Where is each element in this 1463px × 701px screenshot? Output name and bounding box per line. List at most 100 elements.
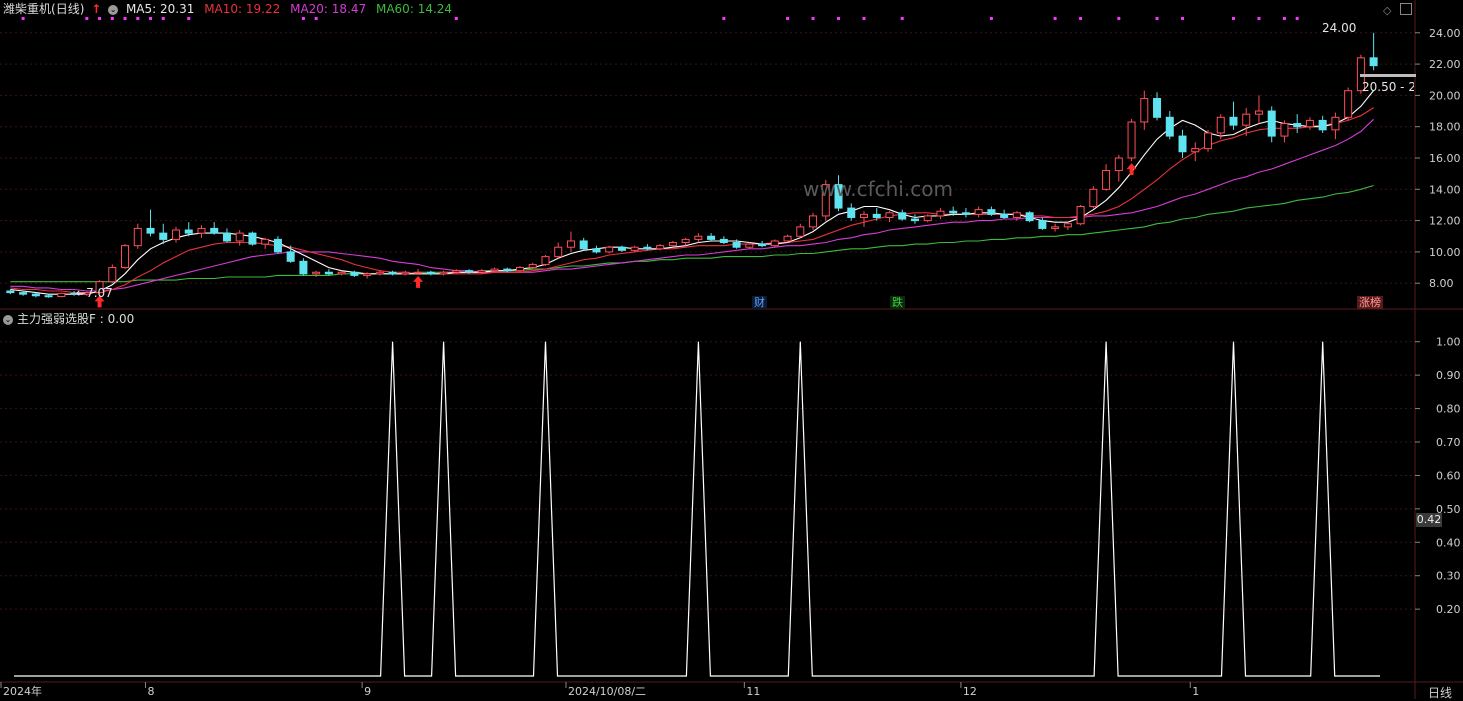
candle-body [477, 270, 486, 273]
candle-body [19, 292, 28, 295]
candle-body [566, 240, 575, 248]
candle-body [363, 273, 372, 276]
candle-body [1038, 220, 1047, 229]
chart-stage: 24.00 22.00 20.00 18.00 16.00 14.00 12.00 10.00… [0, 0, 1463, 701]
candle-body [668, 242, 677, 247]
candle-body [770, 240, 779, 247]
candle-body [1203, 132, 1213, 150]
up-arrow-icon: ↑ [91, 2, 102, 16]
candle-body [847, 207, 856, 218]
candle-body [783, 235, 792, 242]
candle-body [885, 212, 894, 218]
candle [108, 264, 117, 284]
collapse-icon[interactable]: ⌄ [108, 4, 119, 15]
signal-dot [98, 17, 102, 20]
candle-body [605, 246, 614, 253]
panel-toggle-icon[interactable] [1400, 3, 1412, 15]
ma60-label: MA60: [375, 2, 414, 16]
cursor-value-box: 0.42 [1416, 513, 1442, 527]
candle-body [1293, 123, 1302, 128]
ma60-value: 14.24 [417, 2, 453, 16]
indicator-tick-label: 0.60 [1436, 469, 1461, 482]
candle-body [222, 232, 231, 242]
candle-body [1280, 123, 1289, 137]
candle-body [1153, 98, 1162, 118]
badge-cai[interactable]: 财 [752, 296, 767, 309]
low-price-label: ←7.07 [76, 286, 113, 300]
signal-dot [85, 17, 89, 20]
candle-body [133, 227, 142, 247]
signal-dot [110, 17, 114, 20]
candle [1127, 118, 1136, 162]
candle-body [146, 227, 155, 234]
candle-body [261, 238, 270, 245]
price-tick-label: 24.00 [1429, 27, 1461, 40]
candle-body [299, 260, 308, 275]
candle [121, 244, 130, 270]
candle-body [1165, 116, 1174, 137]
x-tick-label: 11 [746, 685, 760, 698]
candle-body [503, 268, 512, 272]
candle-body [286, 251, 295, 262]
signal-dot [314, 17, 318, 20]
low-price-value: 7.07 [86, 286, 113, 300]
candle-body [6, 290, 15, 294]
x-tick-label: 8 [148, 685, 155, 698]
price-tick-label: 8.00 [1429, 277, 1454, 290]
candle-body [936, 210, 945, 217]
diamond-icon[interactable]: ◇ [1383, 4, 1391, 17]
high-price-label: 24.00 [1322, 21, 1357, 35]
candle-body [528, 263, 537, 269]
ma-header: 潍柴重机(日线) ↑ ⌄ MA5: 20.31 MA10: 19.22 MA20… [3, 2, 452, 16]
candle-body [1089, 188, 1098, 208]
indicator-tick-label: 0.20 [1436, 603, 1461, 616]
candle-body [171, 229, 181, 240]
candle-body [656, 245, 665, 250]
candle-body [617, 246, 626, 251]
ma10-value: 19.22 [245, 2, 281, 16]
candle-body [1344, 90, 1353, 118]
candle-body [923, 215, 932, 222]
candle-body [974, 209, 983, 215]
price-tick-label: 16.00 [1429, 152, 1461, 165]
candle-body [1305, 119, 1314, 128]
indicator-collapse-icon[interactable]: ⌄ [3, 314, 13, 325]
candle-body [1267, 110, 1276, 137]
candle-body [694, 235, 703, 240]
price-box: 20.50 - 20 [1362, 80, 1414, 94]
badge-zhangting[interactable]: 涨榜 [1357, 296, 1383, 309]
indicator-tick-label: 0.90 [1436, 369, 1461, 382]
candle-body [1178, 135, 1187, 153]
candle-body [961, 212, 970, 215]
candle-body [184, 229, 193, 234]
x-tick-label: 12 [963, 685, 977, 698]
chart-svg[interactable]: 24.0022.0020.0018.0016.0014.0012.0010.00… [0, 0, 1463, 699]
badge-die[interactable]: 跌 [890, 296, 905, 309]
price-tick-label: 22.00 [1429, 58, 1461, 71]
indicator-title: 主力强弱选股F : 0.00 [17, 312, 135, 326]
candle [1203, 129, 1213, 152]
candle-body [1000, 213, 1009, 218]
ma20-label: MA20: [290, 2, 328, 16]
price-tick-label: 18.00 [1429, 121, 1461, 134]
candle-body [1254, 110, 1263, 115]
candle-body [1076, 206, 1085, 225]
candle-body [388, 271, 397, 275]
price-tick-label: 20.00 [1429, 89, 1461, 102]
candle-body [159, 232, 168, 240]
candle-body [1025, 212, 1034, 222]
period-tab[interactable]: 日线 [1428, 684, 1452, 701]
signal-dot [1257, 17, 1261, 20]
candle-body [1318, 119, 1327, 131]
candle [57, 292, 66, 298]
signal-dot [1181, 17, 1185, 20]
stock-name[interactable]: 潍柴重机 [3, 2, 51, 16]
indicator-tick-label: 0.70 [1436, 436, 1461, 449]
candle-body [541, 256, 550, 265]
candle-body [745, 243, 754, 248]
candle-body [235, 232, 244, 242]
indicator-tick-label: 0.30 [1436, 570, 1461, 583]
candle [541, 255, 550, 266]
period-label: (日线) [51, 2, 85, 16]
candle-body [1216, 116, 1225, 134]
